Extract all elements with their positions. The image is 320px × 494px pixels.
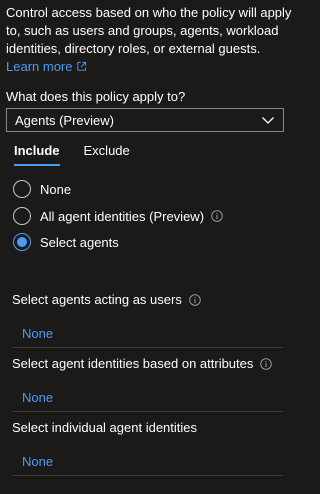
radio-button-checked[interactable] xyxy=(13,233,31,251)
tab-bar: Include Exclude xyxy=(14,143,130,166)
section-value-link[interactable]: None xyxy=(22,390,53,405)
apply-to-dropdown[interactable]: Agents (Preview) xyxy=(6,108,284,132)
radio-label: None xyxy=(40,181,72,197)
section-agent-identities-attributes: Select agent identities based on attribu… xyxy=(12,356,283,405)
section-title: Select agents acting as users xyxy=(12,292,182,307)
radio-label: Select agents xyxy=(40,234,119,250)
section-agents-acting-as-users: Select agents acting as users None xyxy=(12,292,283,341)
dropdown-selected-value: Agents (Preview) xyxy=(15,112,114,128)
apply-to-question: What does this policy apply to? xyxy=(6,89,186,104)
learn-more-link[interactable]: Learn more xyxy=(6,59,87,74)
section-title: Select individual agent identities xyxy=(12,420,198,435)
section-title: Select agent identities based on attribu… xyxy=(12,356,254,371)
info-icon[interactable] xyxy=(189,293,201,306)
tab-include[interactable]: Include xyxy=(14,143,60,166)
radio-option-all-agent-identities[interactable]: All agent identities (Preview) xyxy=(13,207,223,225)
section-title-row: Select agents acting as users xyxy=(12,292,283,307)
radio-option-select-agents[interactable]: Select agents xyxy=(13,233,119,251)
radio-button[interactable] xyxy=(13,180,31,198)
tab-exclude[interactable]: Exclude xyxy=(84,143,130,166)
divider xyxy=(12,411,283,412)
section-value-link[interactable]: None xyxy=(22,326,53,341)
intro-description: Control access based on who the policy w… xyxy=(6,5,292,56)
intro-text: Control access based on who the policy w… xyxy=(6,4,296,76)
radio-label: All agent identities (Preview) xyxy=(40,208,205,224)
info-icon[interactable] xyxy=(211,210,223,222)
chevron-down-icon xyxy=(262,117,274,124)
radio-dot xyxy=(17,237,27,247)
section-value-link[interactable]: None xyxy=(22,454,53,469)
section-title-row: Select individual agent identities xyxy=(12,420,283,435)
divider xyxy=(12,347,283,348)
info-icon[interactable] xyxy=(260,357,273,370)
learn-more-label: Learn more xyxy=(6,59,73,74)
radio-option-none[interactable]: None xyxy=(13,180,71,198)
section-individual-agent-identities: Select individual agent identities None xyxy=(12,420,283,469)
radio-button[interactable] xyxy=(13,207,31,225)
open-in-new-icon xyxy=(77,61,87,71)
divider xyxy=(12,475,283,476)
section-title-row: Select agent identities based on attribu… xyxy=(12,356,283,371)
